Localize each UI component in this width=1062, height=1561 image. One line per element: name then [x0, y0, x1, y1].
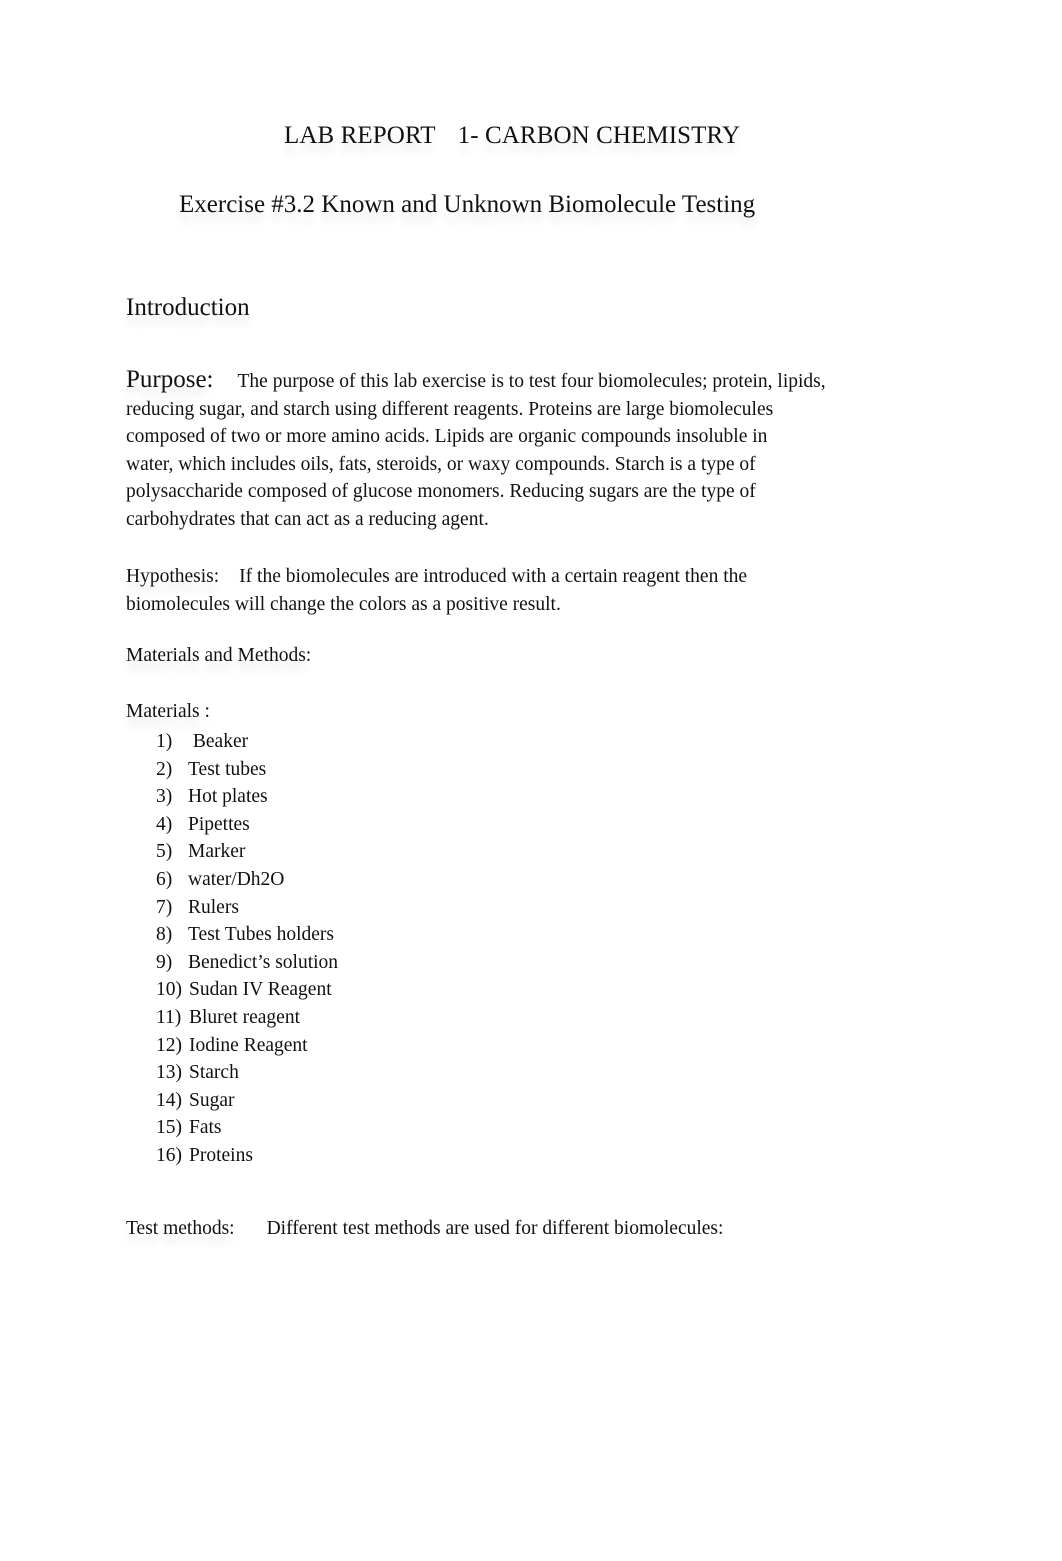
list-item-text: Sudan IV Reagent: [189, 979, 332, 1001]
list-item-number: 8): [156, 924, 173, 946]
report-title: LAB REPORT 1- CARBON CHEMISTRY: [284, 122, 740, 150]
list-item-text: water/Dh2O: [188, 868, 285, 890]
list-item-number: 5): [156, 841, 173, 863]
materials-list: 1) Beaker 2) Test tubes 3) Hot plates 4) Pi…: [156, 728, 338, 1170]
report-title-label: LAB REPORT: [284, 122, 436, 149]
list-item: 16) Proteins: [156, 1142, 338, 1170]
list-item-text: Fats: [189, 1117, 222, 1139]
list-item: 15) Fats: [156, 1114, 338, 1142]
list-item-text: Pipettes: [188, 813, 250, 835]
list-item: 8) Test Tubes holders: [156, 921, 338, 949]
materials-methods-heading: Materials and Methods:: [126, 645, 312, 666]
list-item-number: 2): [156, 758, 173, 780]
list-item: 7) Rulers: [156, 894, 338, 922]
list-item: 14) Sugar: [156, 1087, 338, 1115]
purpose-line: The purpose of this lab exercise is to t…: [237, 371, 826, 392]
list-item-number: 13): [156, 1062, 182, 1084]
list-item: 3) Hot plates: [156, 783, 338, 811]
list-item-text: Bluret reagent: [189, 1006, 300, 1028]
list-item: 9) Benedict’s solution: [156, 949, 338, 977]
list-item-text: Iodine Reagent: [189, 1034, 308, 1056]
list-item-text: Test Tubes holders: [188, 924, 334, 946]
list-item-text: Sugar: [189, 1089, 235, 1111]
purpose-line: reducing sugar, and starch using differe…: [126, 398, 774, 420]
list-item: 12) Iodine Reagent: [156, 1032, 338, 1060]
exercise-subtitle: Exercise #3.2 Known and Unknown Biomolec…: [179, 191, 756, 218]
list-item-number: 6): [156, 868, 173, 890]
purpose-line: water, which includes oils, fats, steroi…: [126, 453, 756, 475]
list-item-text: Proteins: [189, 1144, 253, 1166]
list-item-number: 1): [156, 731, 173, 752]
materials-label: Materials :: [126, 701, 210, 722]
purpose-line: polysaccharide composed of glucose monom…: [126, 481, 756, 502]
list-item-text: Hot plates: [188, 786, 268, 808]
list-item-text: Test tubes: [188, 758, 267, 780]
list-item-number: 9): [156, 951, 173, 973]
list-item: 10) Sudan IV Reagent: [156, 976, 338, 1004]
hypothesis-label: Hypothesis:: [126, 566, 220, 587]
list-item-number: 11): [156, 1006, 182, 1028]
list-item-number: 4): [156, 813, 173, 835]
test-methods-section: Test methods: Different test methods are …: [126, 1218, 723, 1240]
list-item-number: 12): [156, 1034, 182, 1056]
list-item: 2) Test tubes: [156, 756, 338, 784]
list-item-number: 16): [156, 1144, 182, 1166]
test-methods-label: Test methods:: [126, 1218, 235, 1239]
introduction-heading: Introduction: [126, 294, 250, 321]
list-item-number: 3): [156, 786, 173, 808]
purpose-line: carbohydrates that can act as a reducing…: [126, 508, 489, 530]
list-item: 1) Beaker: [156, 728, 338, 756]
list-item-number: 14): [156, 1089, 182, 1111]
purpose-section: Purpose: The purpose of this lab exercise…: [126, 366, 906, 533]
purpose-line: composed of two or more amino acids. Lip…: [126, 426, 768, 447]
hypothesis-line: If the biomolecules are introduced with …: [239, 566, 748, 587]
list-item-text: Benedict’s solution: [188, 951, 339, 973]
hypothesis-line: biomolecules will change the colors as a…: [126, 593, 561, 615]
list-item-number: 15): [156, 1117, 182, 1139]
hypothesis-section: Hypothesis: If the biomolecules are intro…: [126, 563, 906, 618]
list-item-number: 7): [156, 896, 173, 918]
report-title-topic: 1- CARBON CHEMISTRY: [457, 122, 741, 149]
list-item: 4) Pipettes: [156, 811, 338, 839]
list-item-text: Starch: [189, 1062, 239, 1084]
list-item: 13) Starch: [156, 1059, 338, 1087]
list-item-number: 10): [156, 979, 182, 1001]
list-item: 11) Bluret reagent: [156, 1004, 338, 1032]
list-item-text: Rulers: [188, 896, 239, 918]
purpose-label: Purpose:: [126, 366, 214, 393]
list-item-text: Beaker: [188, 731, 249, 752]
list-item-text: Marker: [188, 841, 246, 863]
list-item: 5) Marker: [156, 838, 338, 866]
list-item: 6) water/Dh2O: [156, 866, 338, 894]
test-methods-text: Different test methods are used for diff…: [266, 1218, 724, 1239]
